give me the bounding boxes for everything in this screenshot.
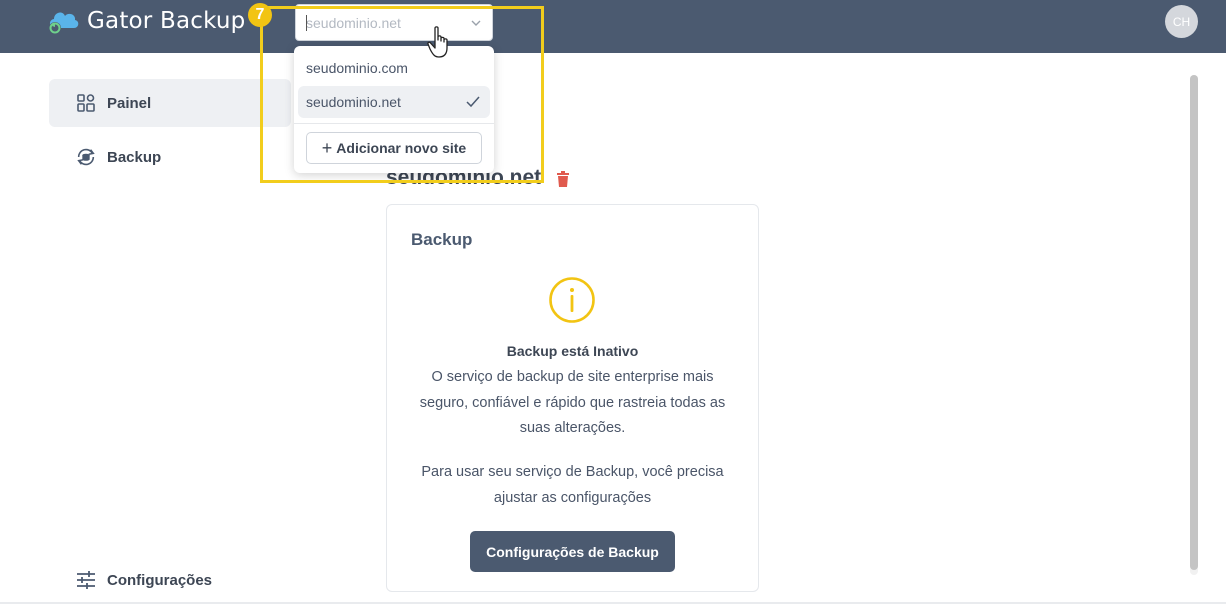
backup-setup-note: Para usar seu serviço de Backup, você pr… <box>421 464 724 506</box>
cloud-backup-logo-icon <box>46 6 80 36</box>
sidebar-item-label: Configurações <box>107 571 213 589</box>
app-logo[interactable]: Gator Backup <box>46 6 245 36</box>
backup-status-title: Backup está Inativo <box>506 343 639 359</box>
hand-pointer-cursor-icon <box>427 26 453 65</box>
step-badge: 7 <box>248 3 272 27</box>
app-title: Gator Backup <box>87 8 246 34</box>
scrollbar-thumb[interactable] <box>1190 75 1198 570</box>
sidebar-item-backup[interactable]: Backup <box>49 133 291 181</box>
sidebar-item-label: Backup <box>107 148 162 166</box>
tutorial-highlight-box <box>260 6 544 183</box>
backup-card: Backup Backup está Inativo O serviço de … <box>386 204 759 592</box>
sidebar-item-configuracoes[interactable]: Configurações <box>49 556 291 604</box>
backup-settings-button[interactable]: Configurações de Backup <box>470 531 675 572</box>
info-icon <box>548 276 596 329</box>
backup-icon <box>75 146 97 168</box>
backup-description: O serviço de backup de site enterprise m… <box>419 369 726 436</box>
trash-icon[interactable] <box>556 171 570 192</box>
top-header: Gator Backup seudominio.net CH <box>0 0 1226 53</box>
card-title: Backup <box>411 230 473 249</box>
settings-sliders-icon <box>75 569 97 591</box>
sidebar-item-painel[interactable]: Painel <box>49 79 291 127</box>
dashboard-icon <box>75 92 97 114</box>
sidebar-item-label: Painel <box>107 94 152 112</box>
user-avatar[interactable]: CH <box>1165 5 1198 38</box>
